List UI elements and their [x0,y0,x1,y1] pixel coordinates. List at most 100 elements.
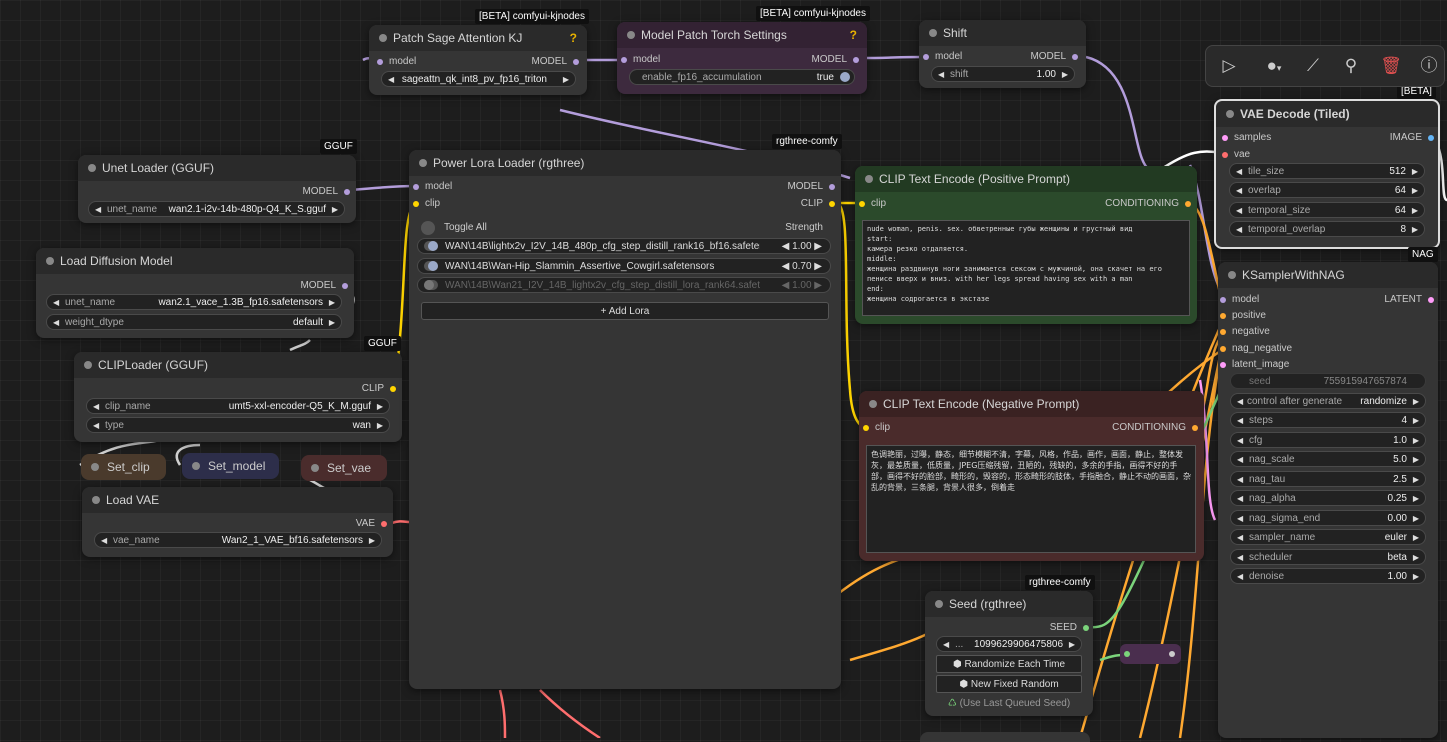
collapse-dot-icon[interactable] [88,164,96,172]
circle-dropdown-icon[interactable]: ●▾ [1254,46,1294,86]
output-slot-model[interactable]: MODEL [300,280,350,291]
collapse-dot-icon[interactable] [929,29,937,37]
widget-seed-value[interactable]: ◀... 1099629906475806 ▶ [936,636,1082,652]
collapse-dot-icon[interactable] [865,175,873,183]
reroute-node[interactable] [1120,644,1181,664]
toggle-all-switch-icon[interactable] [421,221,435,235]
output-slot-model[interactable]: MODEL [531,56,581,67]
node-header[interactable]: Load Diffusion Model [36,248,354,274]
widget-unet-name[interactable]: ◀ unet_name wan2.1_vace_1.3B_fp16.safetens… [46,294,342,310]
widget-sage-mode[interactable]: ◀ sageattn_qk_int8_pv_fp16_triton ▶ [381,71,576,87]
output-slot-image[interactable]: IMAGE [1390,132,1436,143]
input-slot-positive[interactable]: positive [1218,310,1266,321]
help-icon[interactable]: ? [850,22,857,48]
collapse-dot-icon[interactable] [92,496,100,504]
output-slot-latent[interactable]: LATENT [1384,294,1436,305]
node-header[interactable]: Seed (rgthree) [925,591,1093,617]
node-set-vae[interactable]: Set_vae [301,455,387,481]
widget-steps[interactable]: ◀ steps 4 ▶ [1230,412,1426,428]
negative-prompt-textarea[interactable]: 色调艳丽，过曝，静态，细节模糊不清，字幕，风格，作品，画作，画面，静止，整体发灰… [866,445,1196,553]
node-header[interactable]: CLIP Text Encode (Negative Prompt) [859,391,1204,417]
use-last-queued-seed-button[interactable]: ♺ (Use Last Queued Seed) [936,694,1082,712]
output-slot-seed[interactable]: SEED [1050,622,1091,633]
positive-prompt-textarea[interactable]: nude woman, penis. sex. обветренные губы… [862,220,1190,316]
collapse-dot-icon[interactable] [935,600,943,608]
collapse-dot-icon[interactable] [869,400,877,408]
collapse-dot-icon[interactable] [1228,271,1236,279]
collapse-dot-icon[interactable] [91,463,99,471]
input-slot-samples[interactable]: samples [1220,132,1271,143]
input-slot-nag-negative[interactable]: nag_negative [1218,343,1292,354]
lora-toggle-icon[interactable] [424,280,438,290]
lora-toggle-icon[interactable] [424,261,438,271]
node-power-lora-loader[interactable]: Power Lora Loader (rgthree) model clip M… [409,150,841,689]
input-slot-clip[interactable]: clip [857,198,886,209]
widget-clip-name[interactable]: ◀ clip_name umt5-xxl-encoder-Q5_K_M.gguf ▶ [86,398,390,414]
input-slot-vae[interactable]: vae [1220,149,1250,160]
node-header[interactable]: CLIPLoader (GGUF) [74,352,402,378]
collapse-dot-icon[interactable] [419,159,427,167]
widget-nag-scale[interactable]: ◀ nag_scale 5.0 ▶ [1230,451,1426,467]
help-icon[interactable]: ? [570,25,577,51]
node-load-diffusion-model[interactable]: Load Diffusion Model MODEL ◀ unet_name wan… [36,248,354,338]
lora-row-3[interactable]: WAN\14B\Wan21_I2V_14B_lightx2v_cfg_step_… [417,277,831,293]
node-offscreen[interactable] [920,732,1090,742]
widget-nag-tau[interactable]: ◀ nag_tau 2.5 ▶ [1230,471,1426,487]
widget-seed[interactable]: seed 755915947657874 [1230,373,1426,389]
node-header[interactable]: VAE Decode (Tiled) [1216,101,1438,127]
node-header[interactable]: Model Patch Torch Settings? [617,22,867,48]
widget-unet-name[interactable]: ◀ unet_name wan2.1-i2v-14b-480p-Q4_K_S.ggu… [88,201,345,217]
node-ksampler-with-nag[interactable]: KSamplerWithNAG model positive negative … [1218,262,1438,738]
node-header[interactable]: CLIP Text Encode (Positive Prompt) [855,166,1197,192]
widget-temporal-size[interactable]: ◀ temporal_size 64 ▶ [1229,202,1425,218]
output-slot-model[interactable]: MODEL [302,186,352,197]
output-slot-clip[interactable]: CLIP [801,198,837,209]
node-unet-loader-gguf[interactable]: Unet Loader (GGUF) MODEL ◀ unet_name wan2.… [78,155,356,223]
input-slot-model[interactable]: model [411,181,452,192]
node-header[interactable]: Patch Sage Attention KJ? [369,25,587,51]
node-header[interactable]: Unet Loader (GGUF) [78,155,356,181]
node-cliploader-gguf[interactable]: CLIPLoader (GGUF) CLIP ◀ clip_name umt5-xx… [74,352,402,442]
node-set-clip[interactable]: Set_clip [81,454,166,480]
widget-overlap[interactable]: ◀ overlap 64 ▶ [1229,182,1425,198]
collapse-dot-icon[interactable] [379,34,387,42]
new-fixed-random-button[interactable]: ⬢ New Fixed Random [936,675,1082,693]
output-slot-conditioning[interactable]: CONDITIONING [1105,198,1193,209]
widget-clip-type[interactable]: ◀ type wan ▶ [86,417,390,433]
node-shift[interactable]: Shift model MODEL ◀ shift 1.00 ▶ [919,20,1086,88]
widget-control-after-generate[interactable]: ◀ control after generate randomize ▶ [1230,393,1426,409]
widget-weight-dtype[interactable]: ◀ weight_dtype default ▶ [46,314,342,330]
pin-icon[interactable]: ⚲ [1336,46,1366,86]
node-clip-text-encode-positive[interactable]: CLIP Text Encode (Positive Prompt) clip … [855,166,1197,324]
widget-vae-name[interactable]: ◀ vae_name Wan2_1_VAE_bf16.safetensors ▶ [94,532,382,548]
widget-scheduler[interactable]: ◀ scheduler beta ▶ [1230,549,1426,565]
collapse-dot-icon[interactable] [1226,110,1234,118]
add-lora-button[interactable]: + Add Lora [421,302,829,320]
input-slot-negative[interactable]: negative [1218,326,1270,337]
node-patch-sage-attention[interactable]: Patch Sage Attention KJ? model MODEL ◀ sa… [369,25,587,95]
node-header[interactable]: Power Lora Loader (rgthree) [409,150,841,176]
output-slot-conditioning[interactable]: CONDITIONING [1112,422,1200,433]
input-slot-clip[interactable]: clip [411,198,440,209]
lora-row-1[interactable]: WAN\14B\lightx2v_I2V_14B_480p_cfg_step_d… [417,238,831,254]
node-load-vae[interactable]: Load VAE VAE ◀ vae_name Wan2_1_VAE_bf16.sa… [82,487,393,557]
input-slot-model[interactable]: model [1218,294,1259,305]
help-icon[interactable]: ⓘ [1414,46,1444,86]
node-vae-decode-tiled[interactable]: VAE Decode (Tiled) samples vae IMAGE ◀ ti… [1214,99,1440,249]
widget-sampler-name[interactable]: ◀ sampler_name euler ▶ [1230,529,1426,545]
widget-denoise[interactable]: ◀ denoise 1.00 ▶ [1230,568,1426,584]
output-slot-model[interactable]: MODEL [787,181,837,192]
output-slot-model[interactable]: MODEL [811,54,861,65]
input-slot-model[interactable]: model [619,54,660,65]
node-clip-text-encode-negative[interactable]: CLIP Text Encode (Negative Prompt) clip … [859,391,1204,561]
input-slot-clip[interactable]: clip [861,422,890,433]
output-slot-vae[interactable]: VAE [356,518,389,529]
collapse-dot-icon[interactable] [84,361,92,369]
widget-cfg[interactable]: ◀ cfg 1.0 ▶ [1230,432,1426,448]
collapse-dot-icon[interactable] [311,464,319,472]
widget-shift[interactable]: ◀ shift 1.00 ▶ [931,66,1075,82]
node-header[interactable]: KSamplerWithNAG [1218,262,1438,288]
trash-icon[interactable]: 🗑 [1376,46,1406,86]
widget-nag-sigma-end[interactable]: ◀ nag_sigma_end 0.00 ▶ [1230,510,1426,526]
input-slot-model[interactable]: model [375,56,416,67]
